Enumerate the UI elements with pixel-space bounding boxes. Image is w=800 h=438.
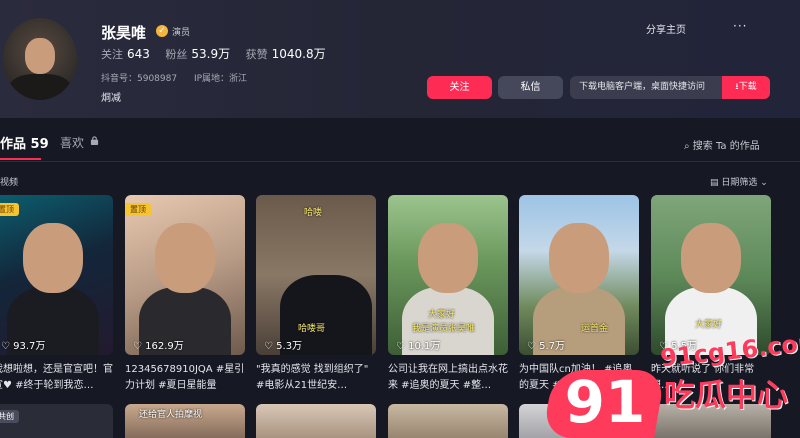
verify-label: 演员	[172, 28, 191, 38]
pinned-badge: 置顶	[0, 203, 19, 216]
ip-location: IP属地：浙江	[193, 74, 248, 84]
video-overlay-text: 哈喽	[304, 208, 323, 218]
video-thumb-person	[418, 223, 478, 293]
download-banner: 下载电脑客户端，桌面快捷访问 ⭳下载	[570, 76, 770, 99]
works-search[interactable]: ⌕ 搜索 Ta 的作品	[684, 137, 760, 152]
video-thumb-person	[155, 223, 215, 293]
video-overlay-text: 还给官人拍摩视	[139, 410, 203, 420]
profile-bio: 烔减	[101, 93, 121, 104]
profile-stats: 关注 643 粉丝 53.9万 获赞 1040.8万	[101, 45, 338, 62]
video-overlay-text: 哈喽哥	[298, 324, 326, 334]
profile-name: 张昊唯	[101, 24, 147, 42]
video-likes: ♡ 162.9万	[133, 337, 184, 352]
date-filter-label: 日期筛选	[721, 178, 758, 188]
download-banner-text: 下载电脑客户端，桌面快捷访问	[579, 82, 706, 92]
video-overlay-text: 我是演员张昊唯	[412, 324, 476, 334]
message-button[interactable]: 私信	[498, 76, 563, 99]
download-label: 下载	[738, 82, 757, 92]
video-likes: ♡ 5.7万	[527, 337, 565, 352]
video-card[interactable]: 哈喽 哈喽哥 ♡ 5.3万	[256, 195, 376, 355]
video-caption[interactable]: 公司让我在网上搞出点水花来 #追奥的夏天 #整…	[388, 362, 508, 394]
tab-bar: 作品 59 喜欢	[0, 133, 800, 163]
video-caption[interactable]: 我想啦想，还是官宣吧！官宣♥ #终于轮到我恋…	[0, 362, 113, 394]
video-overlay-text: 大家好	[428, 310, 456, 320]
heart-icon: ♡	[396, 341, 409, 352]
stat-value[interactable]: 53.9万	[191, 47, 230, 61]
heart-icon: ♡	[133, 341, 146, 352]
stat-value[interactable]: 643	[127, 47, 150, 61]
watermark-logo-number: 91	[564, 368, 646, 436]
pinned-badge: 置顶	[125, 203, 151, 216]
video-likes-count: 5.3万	[276, 341, 303, 352]
video-card[interactable]: 大家好 ♡ 5.5万	[651, 195, 771, 355]
video-card[interactable]: 还给官人拍摩视	[125, 404, 245, 438]
video-thumb-person	[23, 223, 83, 293]
video-card[interactable]: 大家好 我是演员张昊唯 ♡ 10.1万	[388, 195, 508, 355]
stat-value: 1040.8万	[271, 47, 326, 61]
section-label: 视频	[0, 178, 19, 188]
video-card[interactable]	[388, 404, 508, 438]
tab-active-indicator	[0, 158, 41, 160]
video-overlay-text: 运首金	[581, 324, 609, 334]
co-create-badge: 共创	[0, 410, 19, 423]
share-profile-link[interactable]: 分享主页	[646, 21, 686, 36]
heart-icon: ♡	[1, 341, 14, 352]
search-label: 搜索 Ta 的作品	[692, 141, 760, 152]
stat-label: 获赞	[245, 48, 268, 61]
avatar-face	[25, 38, 55, 74]
watermark-brand: 吃瓜中心	[664, 378, 788, 414]
tab-works[interactable]: 作品 59	[0, 133, 49, 152]
avatar-shirt	[9, 74, 71, 100]
heart-icon: ♡	[264, 341, 277, 352]
video-likes: ♡ 5.3万	[264, 337, 302, 352]
heart-icon: ♡	[527, 341, 540, 352]
divider	[0, 161, 800, 162]
video-likes: ♡ 93.7万	[1, 337, 45, 352]
video-card[interactable]	[256, 404, 376, 438]
video-likes-count: 10.1万	[408, 341, 441, 352]
stat-label: 关注	[101, 48, 123, 61]
profile-meta: 抖音号：5908987 IP属地：浙江	[101, 71, 261, 84]
douyin-id: 抖音号：5908987	[101, 74, 178, 84]
verified-icon: ✓	[156, 25, 168, 37]
video-card[interactable]: 置顶 ♡ 93.7万	[0, 195, 113, 355]
video-card[interactable]: 共创	[0, 404, 113, 438]
date-filter[interactable]: ▤ 日期筛选 ⌄	[710, 175, 768, 188]
video-card[interactable]: 置顶 ♡ 162.9万	[125, 195, 245, 355]
calendar-icon: ▤	[710, 178, 722, 188]
stat-label: 粉丝	[165, 48, 188, 61]
video-likes-count: 93.7万	[13, 341, 46, 352]
video-thumb-person	[549, 223, 609, 293]
tab-likes[interactable]: 喜欢	[60, 134, 84, 151]
chevron-down-icon: ⌄	[757, 178, 768, 188]
video-likes-count: 5.7万	[539, 341, 566, 352]
video-overlay-text: 大家好	[695, 320, 723, 330]
search-icon: ⌕	[684, 141, 693, 152]
video-card[interactable]: 运首金 ♡ 5.7万	[519, 195, 639, 355]
follow-button[interactable]: 关注	[427, 76, 492, 99]
video-thumb-person	[681, 223, 741, 293]
download-button[interactable]: ⭳下载	[722, 76, 770, 99]
video-likes-count: 162.9万	[145, 341, 184, 352]
video-likes: ♡ 10.1万	[396, 337, 440, 352]
video-caption[interactable]: "我真的感觉 找到组织了" #电影从21世纪安…	[256, 362, 376, 394]
avatar[interactable]	[3, 18, 77, 100]
more-options-icon[interactable]: ···	[733, 19, 747, 33]
lock-icon	[90, 136, 99, 145]
video-caption[interactable]: 12345678910JQA #星引力计划 #夏日星能量	[125, 362, 245, 394]
